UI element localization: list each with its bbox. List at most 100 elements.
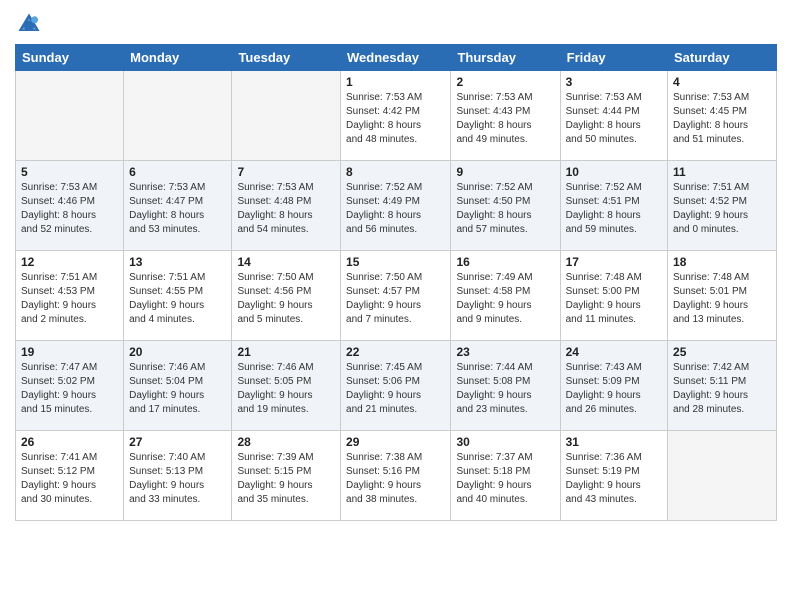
calendar-day-cell: 3 Sunrise: 7:53 AM Sunset: 4:44 PM Daylig… — [560, 71, 667, 161]
day-number: 6 — [129, 165, 226, 179]
calendar-day-cell: 13 Sunrise: 7:51 AM Sunset: 4:55 PM Dayli… — [124, 251, 232, 341]
day-number: 19 — [21, 345, 118, 359]
calendar-day-cell: 8 Sunrise: 7:52 AM Sunset: 4:49 PM Daylig… — [341, 161, 451, 251]
calendar-day-cell — [16, 71, 124, 161]
day-info: Sunrise: 7:52 AM Sunset: 4:50 PM Dayligh… — [456, 181, 554, 237]
day-info: Sunrise: 7:45 AM Sunset: 5:06 PM Dayligh… — [346, 361, 445, 417]
day-info: Sunrise: 7:49 AM Sunset: 4:58 PM Dayligh… — [456, 271, 554, 327]
calendar-day-cell: 14Sunrise: 7:50 AM Sunset: 4:56 PM Dayli… — [232, 251, 341, 341]
calendar-week-row: 5Sunrise: 7:53 AM Sunset: 4:46 PM Daylig… — [16, 161, 777, 251]
calendar-day-header: Sunday — [16, 45, 124, 71]
day-info: Sunrise: 7:52 AM Sunset: 4:51 PM Dayligh… — [566, 181, 662, 237]
calendar-day-cell — [232, 71, 341, 161]
day-info: Sunrise: 7:42 AM Sunset: 5:11 PM Dayligh… — [673, 361, 771, 417]
calendar-day-cell: 17 Sunrise: 7:48 AM Sunset: 5:00 PM Dayli… — [560, 251, 667, 341]
calendar-day-cell: 2 Sunrise: 7:53 AM Sunset: 4:43 PM Daylig… — [451, 71, 560, 161]
calendar-day-cell: 27 Sunrise: 7:40 AM Sunset: 5:13 PM Dayli… — [124, 431, 232, 521]
day-info: Sunrise: 7:41 AM Sunset: 5:12 PM Dayligh… — [21, 451, 118, 507]
day-info: Sunrise: 7:46 AM Sunset: 5:04 PM Dayligh… — [129, 361, 226, 417]
day-info: Sunrise: 7:47 AM Sunset: 5:02 PM Dayligh… — [21, 361, 118, 417]
day-info: Sunrise: 7:46 AM Sunset: 5:05 PM Dayligh… — [237, 361, 335, 417]
day-number: 22 — [346, 345, 445, 359]
day-number: 25 — [673, 345, 771, 359]
calendar-day-cell: 7Sunrise: 7:53 AM Sunset: 4:48 PM Daylig… — [232, 161, 341, 251]
logo-icon — [15, 10, 43, 38]
calendar-week-row: 19 Sunrise: 7:47 AM Sunset: 5:02 PM Dayli… — [16, 341, 777, 431]
day-info: Sunrise: 7:43 AM Sunset: 5:09 PM Dayligh… — [566, 361, 662, 417]
calendar-day-cell: 11Sunrise: 7:51 AM Sunset: 4:52 PM Dayli… — [668, 161, 777, 251]
day-number: 2 — [456, 75, 554, 89]
calendar-day-cell: 15 Sunrise: 7:50 AM Sunset: 4:57 PM Dayli… — [341, 251, 451, 341]
calendar-day-cell: 29 Sunrise: 7:38 AM Sunset: 5:16 PM Dayli… — [341, 431, 451, 521]
calendar-day-header: Tuesday — [232, 45, 341, 71]
calendar-day-header: Friday — [560, 45, 667, 71]
day-info: Sunrise: 7:53 AM Sunset: 4:47 PM Dayligh… — [129, 181, 226, 237]
day-number: 8 — [346, 165, 445, 179]
calendar-day-cell: 10 Sunrise: 7:52 AM Sunset: 4:51 PM Dayli… — [560, 161, 667, 251]
calendar-day-cell — [124, 71, 232, 161]
calendar-day-cell: 16 Sunrise: 7:49 AM Sunset: 4:58 PM Dayli… — [451, 251, 560, 341]
day-info: Sunrise: 7:36 AM Sunset: 5:19 PM Dayligh… — [566, 451, 662, 507]
day-number: 13 — [129, 255, 226, 269]
day-info: Sunrise: 7:51 AM Sunset: 4:53 PM Dayligh… — [21, 271, 118, 327]
day-number: 28 — [237, 435, 335, 449]
calendar-day-header: Thursday — [451, 45, 560, 71]
calendar-day-cell: 6 Sunrise: 7:53 AM Sunset: 4:47 PM Daylig… — [124, 161, 232, 251]
day-info: Sunrise: 7:37 AM Sunset: 5:18 PM Dayligh… — [456, 451, 554, 507]
day-number: 12 — [21, 255, 118, 269]
header — [15, 10, 777, 38]
day-number: 4 — [673, 75, 771, 89]
calendar-day-cell: 23 Sunrise: 7:44 AM Sunset: 5:08 PM Dayli… — [451, 341, 560, 431]
day-info: Sunrise: 7:53 AM Sunset: 4:45 PM Dayligh… — [673, 91, 771, 147]
calendar-day-cell — [668, 431, 777, 521]
day-number: 3 — [566, 75, 662, 89]
day-number: 30 — [456, 435, 554, 449]
day-number: 7 — [237, 165, 335, 179]
day-info: Sunrise: 7:53 AM Sunset: 4:44 PM Dayligh… — [566, 91, 662, 147]
day-number: 17 — [566, 255, 662, 269]
calendar-day-cell: 9Sunrise: 7:52 AM Sunset: 4:50 PM Daylig… — [451, 161, 560, 251]
day-number: 5 — [21, 165, 118, 179]
calendar-day-cell: 5Sunrise: 7:53 AM Sunset: 4:46 PM Daylig… — [16, 161, 124, 251]
day-info: Sunrise: 7:53 AM Sunset: 4:43 PM Dayligh… — [456, 91, 554, 147]
day-number: 18 — [673, 255, 771, 269]
calendar-day-cell: 24Sunrise: 7:43 AM Sunset: 5:09 PM Dayli… — [560, 341, 667, 431]
calendar-day-cell: 26Sunrise: 7:41 AM Sunset: 5:12 PM Dayli… — [16, 431, 124, 521]
day-info: Sunrise: 7:52 AM Sunset: 4:49 PM Dayligh… — [346, 181, 445, 237]
day-number: 16 — [456, 255, 554, 269]
calendar-day-cell: 20 Sunrise: 7:46 AM Sunset: 5:04 PM Dayli… — [124, 341, 232, 431]
day-info: Sunrise: 7:44 AM Sunset: 5:08 PM Dayligh… — [456, 361, 554, 417]
day-number: 11 — [673, 165, 771, 179]
calendar-day-cell: 31 Sunrise: 7:36 AM Sunset: 5:19 PM Dayli… — [560, 431, 667, 521]
day-number: 20 — [129, 345, 226, 359]
calendar-day-cell: 21 Sunrise: 7:46 AM Sunset: 5:05 PM Dayli… — [232, 341, 341, 431]
calendar-day-header: Saturday — [668, 45, 777, 71]
day-number: 27 — [129, 435, 226, 449]
day-number: 10 — [566, 165, 662, 179]
calendar-day-cell: 25 Sunrise: 7:42 AM Sunset: 5:11 PM Dayli… — [668, 341, 777, 431]
calendar-day-header: Wednesday — [341, 45, 451, 71]
day-info: Sunrise: 7:48 AM Sunset: 5:01 PM Dayligh… — [673, 271, 771, 327]
day-number: 31 — [566, 435, 662, 449]
calendar-week-row: 12 Sunrise: 7:51 AM Sunset: 4:53 PM Dayli… — [16, 251, 777, 341]
calendar-week-row: 1 Sunrise: 7:53 AM Sunset: 4:42 PM Daylig… — [16, 71, 777, 161]
day-info: Sunrise: 7:38 AM Sunset: 5:16 PM Dayligh… — [346, 451, 445, 507]
day-number: 1 — [346, 75, 445, 89]
day-number: 29 — [346, 435, 445, 449]
calendar-day-header: Monday — [124, 45, 232, 71]
calendar-day-cell: 12 Sunrise: 7:51 AM Sunset: 4:53 PM Dayli… — [16, 251, 124, 341]
day-info: Sunrise: 7:51 AM Sunset: 4:55 PM Dayligh… — [129, 271, 226, 327]
day-number: 15 — [346, 255, 445, 269]
day-info: Sunrise: 7:50 AM Sunset: 4:56 PM Dayligh… — [237, 271, 335, 327]
day-info: Sunrise: 7:53 AM Sunset: 4:42 PM Dayligh… — [346, 91, 445, 147]
calendar-day-cell: 19 Sunrise: 7:47 AM Sunset: 5:02 PM Dayli… — [16, 341, 124, 431]
logo — [15, 10, 47, 38]
day-info: Sunrise: 7:50 AM Sunset: 4:57 PM Dayligh… — [346, 271, 445, 327]
calendar-week-row: 26Sunrise: 7:41 AM Sunset: 5:12 PM Dayli… — [16, 431, 777, 521]
calendar-day-cell: 4 Sunrise: 7:53 AM Sunset: 4:45 PM Daylig… — [668, 71, 777, 161]
day-info: Sunrise: 7:48 AM Sunset: 5:00 PM Dayligh… — [566, 271, 662, 327]
day-info: Sunrise: 7:40 AM Sunset: 5:13 PM Dayligh… — [129, 451, 226, 507]
day-number: 23 — [456, 345, 554, 359]
calendar-header-row: SundayMondayTuesdayWednesdayThursdayFrid… — [16, 45, 777, 71]
day-number: 21 — [237, 345, 335, 359]
